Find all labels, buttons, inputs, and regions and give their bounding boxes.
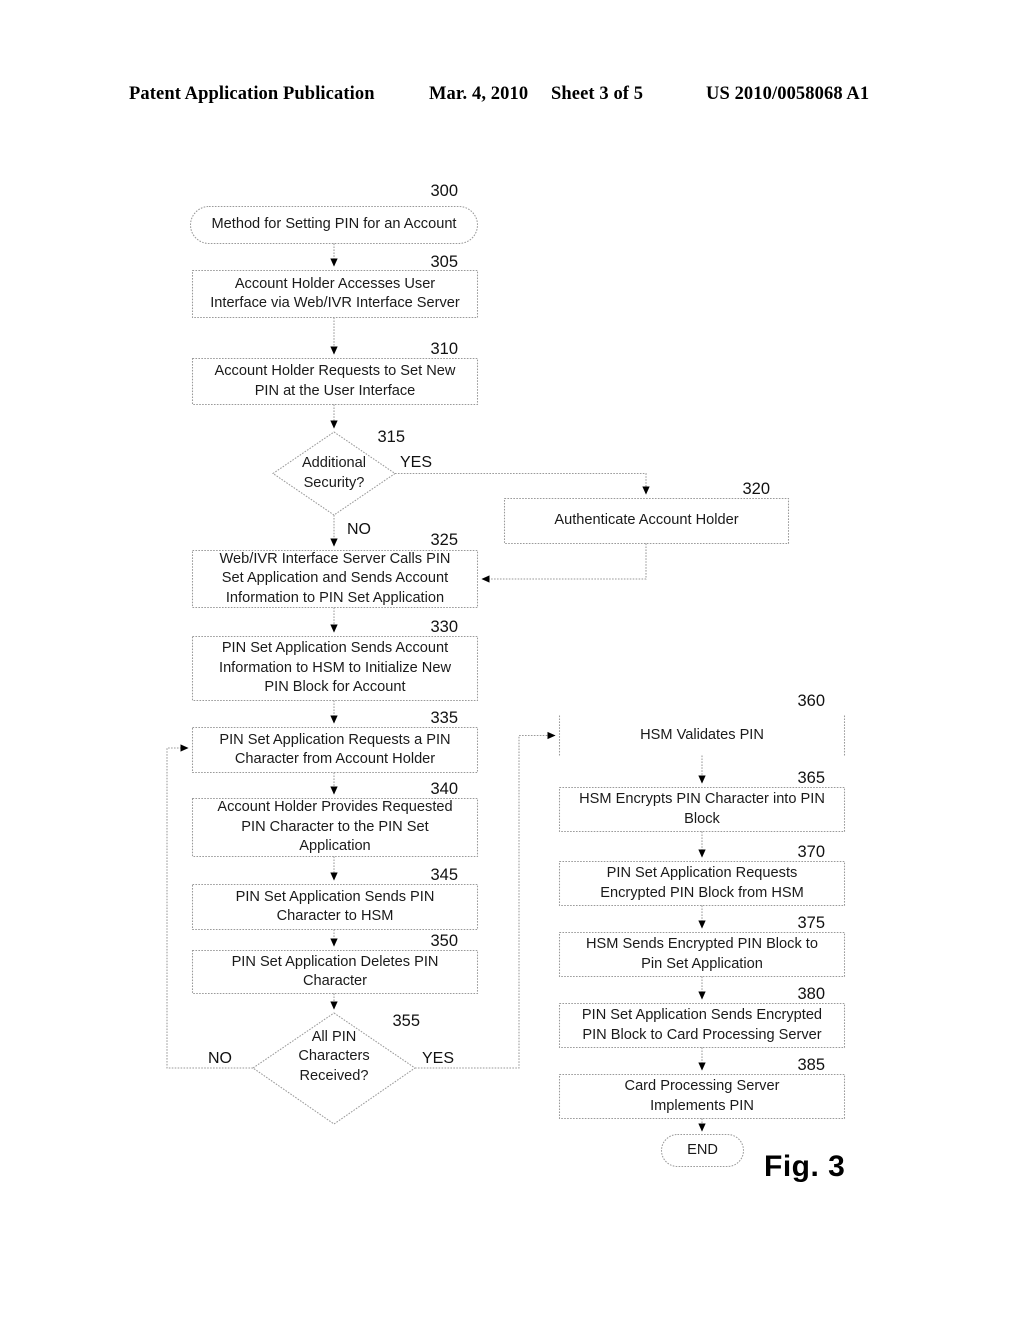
ref-numeral-310: 310 xyxy=(430,340,458,358)
ref-numeral-330: 330 xyxy=(430,618,458,636)
figure-caption: Fig. 3 xyxy=(764,1150,846,1183)
edge-315-yes-320 xyxy=(395,472,650,495)
ref-numeral-365: 365 xyxy=(797,769,825,787)
node-shape-345 xyxy=(191,883,479,931)
flowchart-canvas xyxy=(166,205,846,1168)
edge-320-325 xyxy=(481,543,647,583)
node-shape-365 xyxy=(558,786,846,833)
node-shape-335 xyxy=(191,726,479,774)
node-shape-305 xyxy=(191,269,479,319)
node-shape-370 xyxy=(558,860,846,907)
ref-numeral-385: 385 xyxy=(797,1056,825,1074)
node-shape-330 xyxy=(191,635,479,702)
ref-numeral-370: 370 xyxy=(797,843,825,861)
ref-numeral-355: 355 xyxy=(392,1012,420,1030)
ref-numeral-320: 320 xyxy=(742,480,770,498)
node-shape-350 xyxy=(191,949,479,995)
ref-numeral-335: 335 xyxy=(430,709,458,727)
ref-numeral-300: 300 xyxy=(430,182,458,200)
node-shape-300 xyxy=(189,205,479,245)
node-shape-325 xyxy=(191,549,479,609)
edge-label-355-no: NO xyxy=(208,1050,232,1067)
edge-label-315-no: NO xyxy=(347,521,371,538)
node-shape-310 xyxy=(191,357,479,406)
ref-numeral-360: 360 xyxy=(797,692,825,710)
edge-355-no-335 xyxy=(166,744,253,1069)
ref-numeral-380: 380 xyxy=(797,985,825,1003)
flowchart-figure: Method for Setting PIN for an Account Ac… xyxy=(0,0,1024,1320)
ref-numeral-350: 350 xyxy=(430,932,458,950)
edge-label-355-yes: YES xyxy=(422,1050,455,1067)
edge-label-315-yes: YES xyxy=(400,454,433,471)
ref-numeral-305: 305 xyxy=(430,253,458,271)
node-shape-385 xyxy=(558,1073,846,1120)
node-shape-320 xyxy=(503,497,790,545)
ref-numeral-340: 340 xyxy=(430,780,458,798)
node-shape-375 xyxy=(558,931,846,978)
node-shape-end xyxy=(660,1133,745,1168)
ref-numeral-345: 345 xyxy=(430,866,458,884)
ref-numeral-375: 375 xyxy=(797,914,825,932)
node-shape-340 xyxy=(191,797,479,858)
ref-numeral-315: 315 xyxy=(377,428,405,446)
ref-numeral-325: 325 xyxy=(430,531,458,549)
node-shape-380 xyxy=(558,1002,846,1049)
